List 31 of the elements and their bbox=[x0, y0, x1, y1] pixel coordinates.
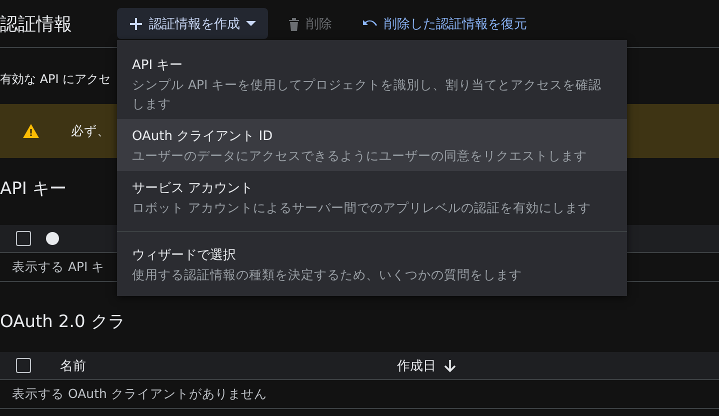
section-heading: API キー bbox=[0, 179, 66, 199]
menu-item[interactable]: サービス アカウント ロボット アカウントによるサーバー間でのアプリレベルの認証を有効にします bbox=[117, 171, 627, 223]
menu-item-title: API キー bbox=[132, 57, 184, 75]
empty-table-message: 表示する OAuth クライアントがありません bbox=[11, 386, 267, 402]
section-heading: OAuth 2.0 クラ bbox=[0, 312, 125, 332]
page-title: 認証情報 bbox=[0, 12, 73, 36]
restore-link[interactable]: 削除した認証情報を復元 bbox=[350, 8, 539, 39]
menu-item-description: シンプル API キーを使用してプロジェクトを識別し、割り当てとアクセスを確認します bbox=[132, 76, 603, 113]
menu-item[interactable]: API キー シンプル API キーを使用してプロジェクトを識別し、割り当てとアクセスを確認します bbox=[117, 48, 627, 119]
menu-item[interactable]: ウィザードで選択 使用する認証情報の種類を決定するため、いくつかの質問をします bbox=[117, 238, 627, 290]
down-arrow-icon bbox=[444, 358, 456, 372]
status-column-icon bbox=[46, 232, 59, 245]
column-header: 名前 bbox=[60, 358, 87, 374]
warning-text: 必ず、 bbox=[71, 122, 110, 140]
select-all-checkbox[interactable] bbox=[16, 358, 31, 373]
menu-item-description: ロボット アカウントによるサーバー間でのアプリレベルの認証を有効にします bbox=[132, 199, 592, 217]
sort-column-header[interactable]: 作成日 bbox=[397, 356, 456, 374]
menu-item[interactable]: OAuth クライアント ID ユーザーのデータにアクセスできるようにユーザーの同意をリクエストします bbox=[117, 119, 627, 171]
menu-item-description: 使用する認証情報の種類を決定するため、いくつかの質問をします bbox=[132, 266, 523, 284]
menu-item-title: サービス アカウント bbox=[132, 180, 254, 198]
menu-item-title: OAuth クライアント ID bbox=[132, 128, 274, 146]
select-all-checkbox[interactable] bbox=[16, 231, 31, 246]
intro-text: 有効な API にアクセ bbox=[0, 72, 111, 86]
trash-icon bbox=[288, 16, 300, 30]
plus-icon bbox=[129, 16, 143, 30]
caret-icon bbox=[246, 20, 256, 26]
menu-item-title: ウィザードで選択 bbox=[132, 247, 237, 265]
create-credentials-button[interactable]: 認証情報を作成 bbox=[117, 8, 268, 39]
menu-item-description: ユーザーのデータにアクセスできるようにユーザーの同意をリクエストします bbox=[132, 147, 588, 165]
empty-table-message: 表示する API キ bbox=[11, 258, 105, 276]
warning-icon bbox=[23, 124, 39, 138]
